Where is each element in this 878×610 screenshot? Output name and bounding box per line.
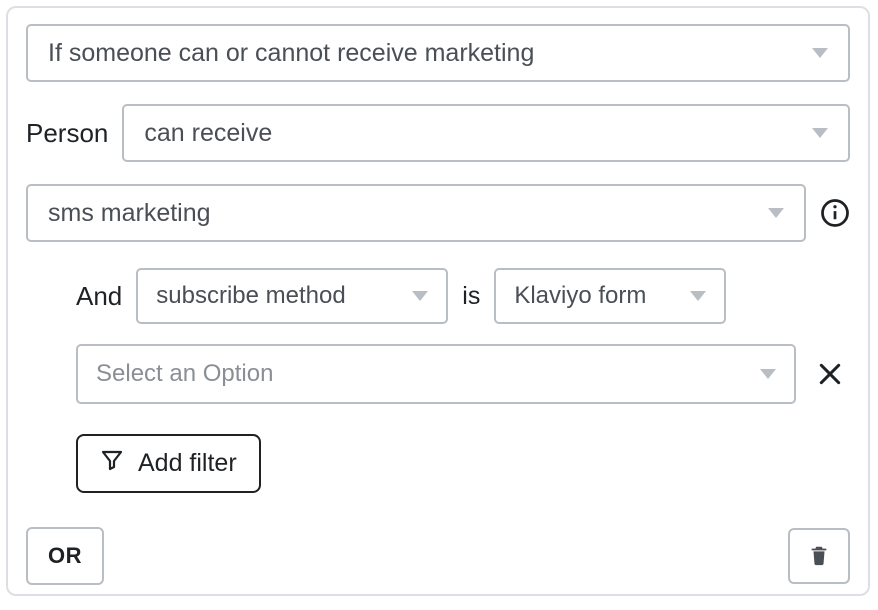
segment-condition-panel: If someone can or cannot receive marketi… — [6, 6, 870, 596]
chevron-down-icon — [412, 291, 428, 301]
option-select[interactable]: Select an Option — [76, 344, 796, 404]
ability-select[interactable]: can receive — [122, 104, 850, 162]
and-label: And — [76, 281, 122, 312]
chevron-down-icon — [812, 128, 828, 138]
chevron-down-icon — [690, 291, 706, 301]
filter-icon — [100, 448, 124, 479]
value-select-value: Klaviyo form — [514, 282, 646, 310]
attribute-value: subscribe method — [156, 282, 345, 310]
condition-footer: OR — [26, 527, 850, 585]
info-icon[interactable] — [820, 198, 850, 228]
person-ability-row: Person can receive — [26, 104, 850, 162]
option-placeholder: Select an Option — [96, 360, 273, 388]
person-label: Person — [26, 118, 108, 149]
remove-filter-button[interactable] — [810, 354, 850, 394]
chevron-down-icon — [812, 48, 828, 58]
channel-select[interactable]: sms marketing — [26, 184, 806, 242]
condition-type-value: If someone can or cannot receive marketi… — [48, 39, 534, 68]
attribute-row: And subscribe method is Klaviyo form — [76, 268, 850, 324]
trash-icon — [808, 543, 830, 570]
ability-value: can receive — [144, 119, 272, 148]
or-button[interactable]: OR — [26, 527, 104, 585]
channel-row: sms marketing — [26, 184, 850, 242]
option-row: Select an Option — [76, 344, 850, 404]
condition-type-row: If someone can or cannot receive marketi… — [26, 24, 850, 82]
add-filter-label: Add filter — [138, 449, 237, 478]
chevron-down-icon — [760, 369, 776, 379]
condition-type-select[interactable]: If someone can or cannot receive marketi… — [26, 24, 850, 82]
channel-value: sms marketing — [48, 199, 211, 228]
chevron-down-icon — [768, 208, 784, 218]
operator-label: is — [462, 282, 480, 311]
or-label: OR — [48, 543, 82, 568]
sub-filter-block: And subscribe method is Klaviyo form Sel… — [76, 268, 850, 493]
add-filter-button[interactable]: Add filter — [76, 434, 261, 493]
value-select[interactable]: Klaviyo form — [494, 268, 726, 324]
delete-condition-button[interactable] — [788, 528, 850, 584]
attribute-select[interactable]: subscribe method — [136, 268, 448, 324]
